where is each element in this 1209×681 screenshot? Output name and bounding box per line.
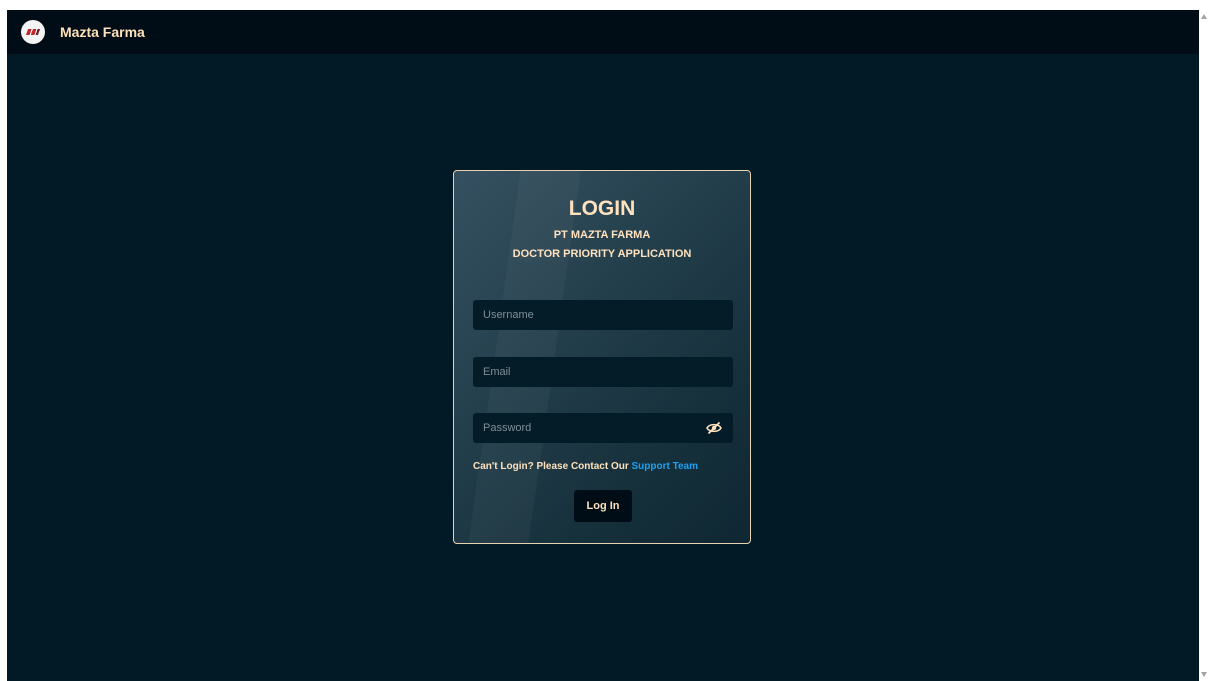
username-input[interactable]	[473, 300, 733, 330]
scroll-up-arrow-icon[interactable]	[1201, 14, 1207, 19]
vertical-scrollbar[interactable]	[1199, 10, 1209, 681]
login-title: LOGIN	[568, 197, 636, 220]
top-navbar: Mazta Farma	[7, 10, 1199, 54]
company-name: PT MAZTA FARMA	[553, 229, 651, 241]
brand-name[interactable]: Mazta Farma	[60, 24, 145, 40]
eye-slash-icon[interactable]	[706, 421, 722, 435]
email-input[interactable]	[473, 357, 733, 387]
brand-logo-icon[interactable]	[21, 20, 45, 44]
scroll-down-arrow-icon[interactable]	[1201, 672, 1207, 677]
support-team-link[interactable]: Support Team	[632, 461, 698, 472]
login-card: LOGIN PT MAZTA FARMA DOCTOR PRIORITY APP…	[453, 170, 751, 544]
login-button[interactable]: Log In	[574, 490, 632, 522]
logo-mark	[25, 29, 41, 35]
help-message: Can't Login? Please Contact Our	[473, 461, 632, 472]
login-help-text: Can't Login? Please Contact Our Support …	[473, 461, 698, 472]
application-name: DOCTOR PRIORITY APPLICATION	[512, 248, 692, 260]
page-background: Mazta Farma LOGIN PT MAZTA FARMA DOCTOR …	[7, 10, 1199, 681]
password-input[interactable]	[473, 413, 733, 443]
